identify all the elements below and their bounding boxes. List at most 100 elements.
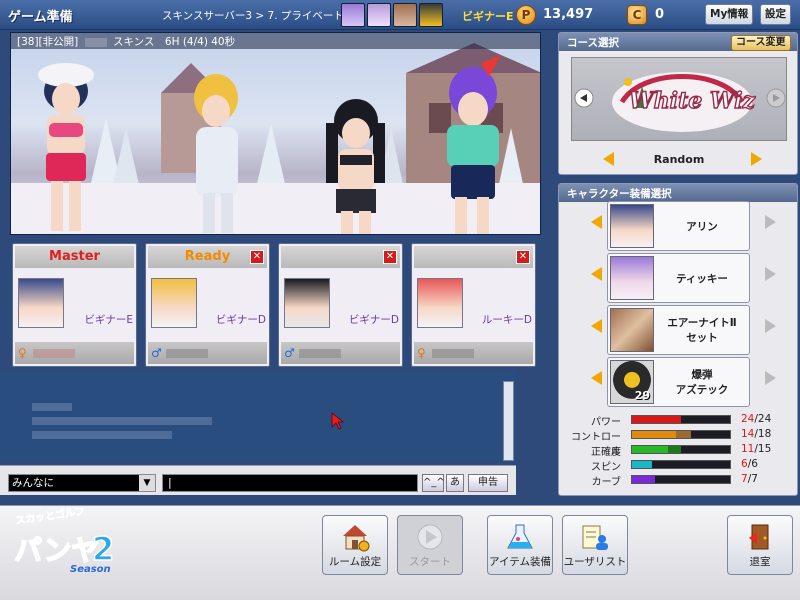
top-bar: ゲーム準備 スキンスサーバー3 > 7. プライベート ビギナーE P 13,4… xyxy=(0,0,800,30)
stat-row: パワー 24/24 xyxy=(565,413,793,428)
flask-icon xyxy=(507,524,533,549)
stat-bar xyxy=(631,430,731,439)
male-player-icon: ♂ xyxy=(284,346,295,360)
exit-door-icon xyxy=(749,524,769,550)
equip-slot-character[interactable]: アリン xyxy=(607,201,750,251)
stat-row: カーブ 7/7 xyxy=(565,473,793,488)
player-card-3[interactable]: ✕ ビギナーD ♂ xyxy=(278,243,403,367)
course-next-arrow-icon[interactable] xyxy=(751,152,762,166)
stat-max: 24 xyxy=(757,413,772,425)
settings-button[interactable]: 設定 xyxy=(760,4,791,25)
bottom-bar: スカッとゴルフ パンヤ 2 Season ルーム設定 スタート アイテム装備 ユ… xyxy=(0,504,800,600)
user-list-button[interactable]: ユーザリスト xyxy=(562,515,628,575)
equip-prev-arrow-icon[interactable] xyxy=(591,267,602,281)
equip-prev-arrow-icon[interactable] xyxy=(591,319,602,333)
bomb-ball-icon: 29 xyxy=(610,360,654,404)
player-name: ルーキーD xyxy=(481,314,532,326)
character-scene: [38][非公開] スキンス 6H (4/4) 40秒 xyxy=(10,32,541,235)
exit-button[interactable]: 退室 xyxy=(727,515,793,575)
equip-next-arrow-icon[interactable] xyxy=(765,371,776,385)
equip-label: アリン xyxy=(658,206,746,248)
caddie-portrait xyxy=(610,256,654,300)
stat-max: 6 xyxy=(751,458,758,470)
stat-max: 18 xyxy=(757,428,772,440)
equip-slot-ball[interactable]: 29 爆弾 アズテック xyxy=(607,357,750,407)
exit-label: 退室 xyxy=(749,556,771,568)
stat-bar xyxy=(631,415,731,424)
player-card-2[interactable]: Ready ✕ ビギナーD ♂ xyxy=(145,243,270,367)
equip-prev-arrow-icon[interactable] xyxy=(591,371,602,385)
equip-label: ティッキー xyxy=(658,258,746,300)
stat-row: スピン 6/6 xyxy=(565,458,793,473)
cookie-icon: C xyxy=(627,5,647,25)
game-logo-image: スカッとゴルフ パンヤ 2 Season xyxy=(13,504,115,575)
stat-bar-bonus-fill xyxy=(676,431,691,438)
room-settings-button[interactable]: ルーム設定 xyxy=(322,515,388,575)
item-equip-label: アイテム装備 xyxy=(489,556,551,568)
player-status-label: Ready xyxy=(184,249,231,264)
mini-avatar xyxy=(393,3,417,27)
mini-avatar xyxy=(419,3,443,27)
chat-input[interactable]: | xyxy=(162,474,418,492)
page-title: ゲーム準備 xyxy=(8,10,73,25)
kick-button[interactable]: ✕ xyxy=(516,250,530,264)
player-status: ✕ xyxy=(281,246,400,268)
stat-current: 14 xyxy=(741,428,755,440)
emoticon-button[interactable]: ^_^ xyxy=(422,474,445,492)
player-name: ビギナーD xyxy=(348,314,399,326)
course-select-title: コース選択 xyxy=(567,37,619,49)
stat-value: 24/24 xyxy=(741,413,791,425)
my-info-button[interactable]: My情報 xyxy=(705,4,754,25)
item-equip-button[interactable]: アイテム装備 xyxy=(487,515,553,575)
course-image: White Wiz xyxy=(571,57,787,141)
redacted-text xyxy=(299,349,341,358)
course-change-button[interactable]: コース変更 xyxy=(731,35,791,51)
start-button[interactable]: スタート xyxy=(397,515,463,575)
stat-max: 15 xyxy=(757,443,772,455)
equip-next-arrow-icon[interactable] xyxy=(765,267,776,281)
equip-next-arrow-icon[interactable] xyxy=(765,215,776,229)
chat-target-value: みんなに xyxy=(12,477,54,489)
kick-button[interactable]: ✕ xyxy=(383,250,397,264)
logo-number: 2 xyxy=(92,530,114,568)
chat-scrollbar[interactable] xyxy=(503,381,514,461)
player-card-footer: ♂ xyxy=(148,342,267,364)
stat-current: 6 xyxy=(741,458,748,470)
chevron-down-icon[interactable]: ▼ xyxy=(139,475,155,491)
stat-value: 14/18 xyxy=(741,428,791,440)
start-label: スタート xyxy=(409,556,451,568)
stat-value: 11/15 xyxy=(741,443,791,455)
chat-target-select[interactable]: みんなに ▼ xyxy=(8,474,156,492)
course-prev-arrow-icon[interactable] xyxy=(603,152,614,166)
player-status: Ready ✕ xyxy=(148,246,267,268)
mouse-cursor-icon xyxy=(331,412,345,430)
player-portrait xyxy=(417,278,463,328)
equip-slot-caddie[interactable]: ティッキー xyxy=(607,253,750,303)
room-info-suffix: スキンス 6H (4/4) 40秒 xyxy=(112,36,236,48)
course-logo-text: White Wiz xyxy=(629,88,756,114)
player-card-4[interactable]: ✕ ルーキーD ♀ xyxy=(411,243,536,367)
equip-label-1: エアーナイトⅡ xyxy=(667,317,737,329)
house-icon xyxy=(343,525,370,552)
equip-label-2: アズテック xyxy=(675,384,729,396)
stat-label: スピン xyxy=(591,462,621,473)
stat-bar-fill xyxy=(632,416,681,423)
stat-label: カーブ xyxy=(591,477,621,488)
equip-label-1: ティッキー xyxy=(676,272,728,285)
points-value: 13,497 xyxy=(543,7,594,22)
report-button[interactable]: 申告 xyxy=(468,474,508,492)
ime-toggle-button[interactable]: あ xyxy=(446,474,464,492)
character-portrait xyxy=(610,204,654,248)
kick-button[interactable]: ✕ xyxy=(250,250,264,264)
equip-prev-arrow-icon[interactable] xyxy=(591,215,602,229)
equip-slot-clubset[interactable]: エアーナイトⅡ セット xyxy=(607,305,750,355)
mini-avatar xyxy=(367,3,391,27)
player-mini-avatars xyxy=(341,3,443,27)
equip-next-arrow-icon[interactable] xyxy=(765,319,776,333)
equipment-title: キャラクター装備選択 xyxy=(567,188,672,200)
player-card-1[interactable]: Master ビギナーE ♀ xyxy=(12,243,137,367)
redacted-text xyxy=(32,431,172,439)
player-status: ✕ xyxy=(414,246,533,268)
stat-bar xyxy=(631,445,731,454)
user-list-icon xyxy=(582,525,608,550)
